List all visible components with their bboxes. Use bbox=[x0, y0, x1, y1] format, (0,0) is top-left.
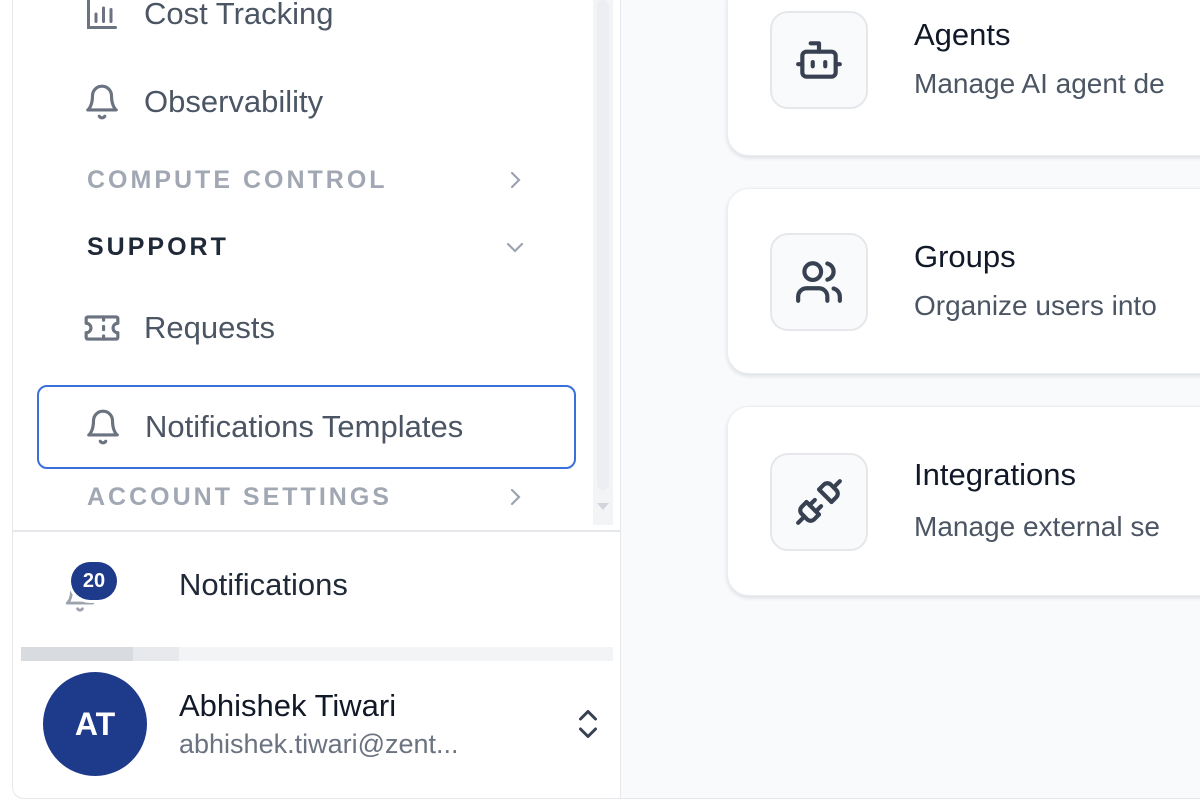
bar-chart-icon bbox=[80, 0, 124, 36]
sidebar: Cost Tracking Observability COMPUTE CONT… bbox=[13, 0, 621, 798]
bot-icon bbox=[794, 35, 844, 85]
app-frame: Cost Tracking Observability COMPUTE CONT… bbox=[12, 0, 1200, 799]
card-agents[interactable]: Agents Manage AI agent de bbox=[727, 0, 1200, 156]
sidebar-item-cost-tracking[interactable]: Cost Tracking bbox=[35, 0, 575, 54]
sidebar-item-observability[interactable]: Observability bbox=[35, 62, 575, 142]
loading-strip bbox=[21, 647, 613, 661]
chevron-right-icon bbox=[503, 485, 527, 509]
section-compute-control[interactable]: COMPUTE CONTROL bbox=[87, 158, 527, 202]
notification-count-badge: 20 bbox=[71, 562, 117, 600]
card-title: Integrations bbox=[914, 457, 1076, 492]
card-description: Organize users into bbox=[914, 290, 1157, 321]
card-groups[interactable]: Groups Organize users into bbox=[727, 188, 1200, 374]
user-email: abhishek.tiwari@zent... bbox=[179, 729, 459, 759]
chevrons-up-down-icon[interactable] bbox=[573, 704, 603, 744]
section-label: ACCOUNT SETTINGS bbox=[87, 482, 392, 511]
card-description: Manage AI agent de bbox=[914, 68, 1165, 99]
loading-strip-segment bbox=[133, 647, 179, 661]
card-description: Manage external se bbox=[914, 511, 1160, 542]
card-title: Agents bbox=[914, 17, 1011, 52]
sidebar-item-label: Observability bbox=[144, 84, 324, 119]
user-profile[interactable]: AT Abhishek Tiwari abhishek.tiwari@zent.… bbox=[43, 672, 603, 776]
notifications-button[interactable]: 20 Notifications bbox=[63, 555, 463, 615]
scroll-down-arrow-icon[interactable] bbox=[597, 503, 609, 510]
avatar: AT bbox=[43, 672, 147, 776]
card-icon-tile bbox=[770, 233, 868, 331]
ticket-icon bbox=[80, 306, 124, 350]
sidebar-item-requests[interactable]: Requests bbox=[35, 288, 575, 368]
scrollbar-thumb[interactable] bbox=[597, 0, 609, 490]
sidebar-item-label: Notifications Templates bbox=[145, 409, 464, 444]
sidebar-item-notifications-templates[interactable]: Notifications Templates bbox=[37, 385, 576, 469]
sidebar-nav: Cost Tracking Observability COMPUTE CONT… bbox=[13, 0, 620, 530]
sidebar-item-label: Cost Tracking bbox=[144, 0, 334, 31]
sidebar-item-label: Requests bbox=[144, 310, 275, 345]
chevron-down-icon bbox=[503, 235, 527, 259]
section-label: COMPUTE CONTROL bbox=[87, 165, 388, 194]
notifications-label: Notifications bbox=[179, 567, 348, 602]
card-icon-tile bbox=[770, 453, 868, 551]
chevron-right-icon bbox=[503, 168, 527, 192]
section-label: SUPPORT bbox=[87, 232, 229, 261]
users-icon bbox=[794, 257, 844, 307]
loading-strip-segment bbox=[21, 647, 133, 661]
sidebar-divider bbox=[13, 530, 620, 532]
card-integrations[interactable]: Integrations Manage external se bbox=[727, 406, 1200, 596]
section-support[interactable]: SUPPORT bbox=[87, 225, 527, 269]
user-name: Abhishek Tiwari bbox=[179, 688, 397, 723]
notification-bell: 20 bbox=[63, 562, 117, 612]
user-info: Abhishek Tiwari abhishek.tiwari@zent... bbox=[179, 686, 539, 762]
bell-icon bbox=[80, 80, 124, 124]
card-title: Groups bbox=[914, 239, 1016, 274]
plug-icon bbox=[794, 477, 844, 527]
section-account-settings[interactable]: ACCOUNT SETTINGS bbox=[87, 475, 527, 519]
bell-icon bbox=[81, 405, 125, 449]
card-icon-tile bbox=[770, 11, 868, 109]
